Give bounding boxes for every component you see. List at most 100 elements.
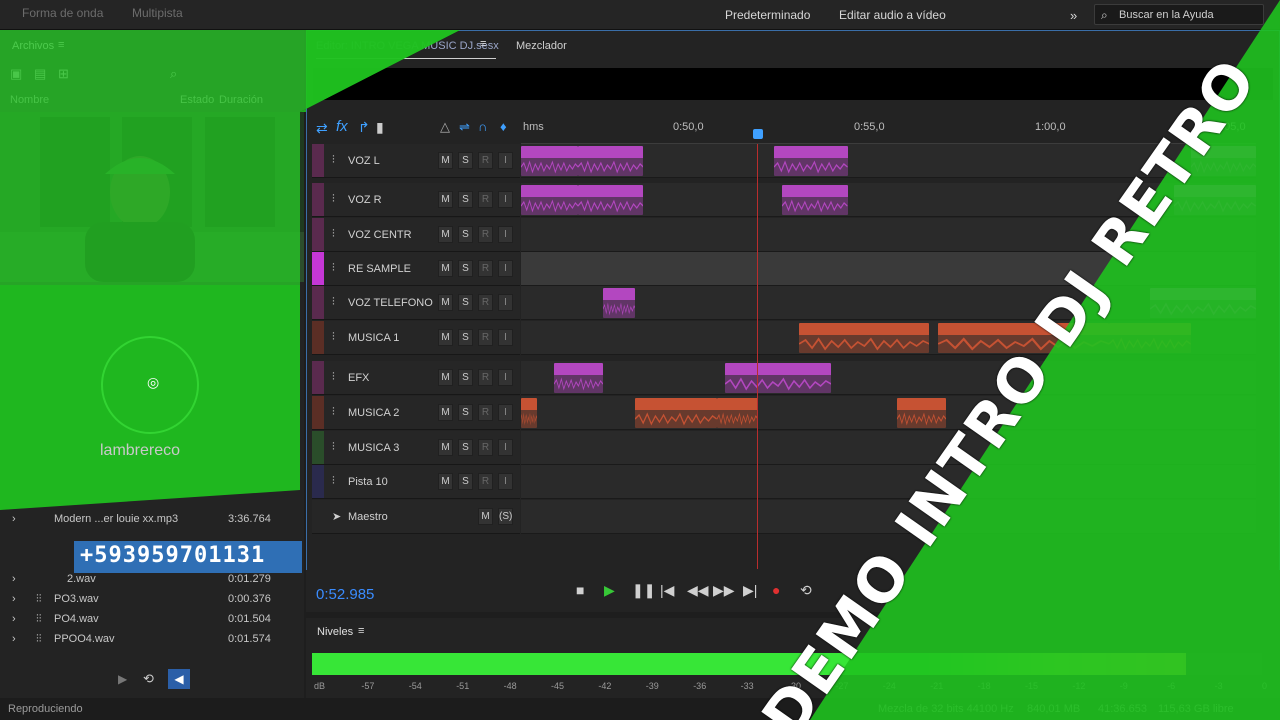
input-monitor-button[interactable]: I [498,260,513,277]
sends-icon[interactable]: ↱ [358,119,370,136]
record-arm-button[interactable]: R [478,191,493,208]
new-file-icon[interactable]: ⊞ [58,66,69,82]
track-header[interactable]: ⫶ EFX M S R I [312,361,520,395]
audio-clip[interactable]: ub 40 - here i am xxx P... [798,323,930,353]
track-lane[interactable] [521,431,1256,465]
mute-button[interactable]: M [438,369,453,386]
record-arm-button[interactable]: R [478,152,493,169]
solo-button[interactable]: S [458,294,473,311]
audio-clip[interactable]: Sin... [521,185,579,215]
track-name[interactable]: VOZ L [348,155,380,167]
expand-icon[interactable]: › [12,573,16,585]
expand-icon[interactable]: › [12,633,16,645]
playhead-handle[interactable] [753,129,763,139]
track-lane[interactable]: ub 40 - here i am xxx P... ub 40 - here … [521,321,1256,355]
mute-button[interactable]: M [438,191,453,208]
eq-icon[interactable]: ▮ [376,119,384,136]
audio-clip[interactable]: Sin ... [602,288,636,318]
input-monitor-button[interactable]: I [498,152,513,169]
track-name[interactable]: Pista 10 [348,476,388,488]
mute-button[interactable]: M [438,473,453,490]
input-monitor-button[interactable]: I [498,294,513,311]
file-row-3[interactable]: › ⫶⫶ PO3.wav 0:00.376 [0,590,304,610]
file-row-4[interactable]: › ⫶⫶ PO4.wav 0:01.504 [0,610,304,630]
expand-icon[interactable]: › [12,513,16,525]
open-file-icon[interactable]: ▣ [10,66,22,82]
record-icon[interactable]: ● [772,582,780,598]
filter-search-icon[interactable]: ⌕ [170,66,177,82]
track-lane[interactable]: Sin título 15 Volumen FL_Scra... [521,396,1256,430]
magnet-icon[interactable]: ∩ [478,119,487,134]
levels-menu-icon[interactable]: ≡ [358,625,364,637]
track-name[interactable]: EFX [348,372,369,384]
panel-menu-icon[interactable]: ≡ [58,39,64,51]
input-monitor-button[interactable]: I [498,404,513,421]
audio-clip[interactable]: VEG... [578,146,644,176]
input-monitor-button[interactable]: I [498,369,513,386]
track-header[interactable]: ⫶ RE SAMPLE M S R I [312,252,520,286]
track-name[interactable]: MUSICA 2 [348,407,399,419]
mute-button[interactable]: M [438,152,453,169]
file-row-2[interactable]: › 2.wav 0:01.279 [0,570,304,590]
overview-navigator[interactable] [313,68,1273,100]
mute-button[interactable]: M [438,226,453,243]
tab-menu-icon[interactable]: ≡ [480,38,486,50]
mute-button[interactable]: M [438,260,453,277]
audio-clip[interactable]: VEGA ... [782,185,848,215]
col-name[interactable]: Nombre [10,94,49,106]
expand-icon[interactable]: › [12,593,16,605]
solo-button[interactable]: S [458,191,473,208]
timeline-ruler[interactable]: hms 0:50,0 0:55,0 1:00,0 1:05,0 [521,116,1256,144]
multitrack-tab[interactable]: Multipista [132,6,183,20]
record-arm-button[interactable]: R [478,404,493,421]
import-icon[interactable]: ▤ [34,66,46,82]
fast-forward-icon[interactable]: ▶▶ [713,582,735,599]
track-header[interactable]: ⫶ Pista 10 M S R I [312,465,520,499]
play-icon[interactable]: ▶ [604,582,615,599]
input-monitor-button[interactable]: I [498,226,513,243]
record-arm-button[interactable]: R [478,294,493,311]
col-state[interactable]: Estado [180,94,214,106]
record-arm-button[interactable]: R [478,329,493,346]
solo-button[interactable]: S [458,439,473,456]
record-arm-button[interactable]: R [478,439,493,456]
track-header[interactable]: ⫶ VOZ CENTR M S R I [312,218,520,252]
record-arm-button[interactable]: R [478,260,493,277]
loop-icon[interactable]: ⟲ [800,582,812,599]
track-name[interactable]: VOZ TELEFONO [348,297,433,309]
skip-forward-icon[interactable]: ▶| [743,582,757,599]
track-header[interactable]: ⫶ VOZ L M S R I [312,144,520,178]
master-solo-button[interactable]: (S) [498,508,513,525]
solo-button[interactable]: S [458,473,473,490]
track-name[interactable]: RE SAMPLE [348,263,411,275]
track-name[interactable]: MUSICA 3 [348,442,399,454]
solo-button[interactable]: S [458,226,473,243]
audio-clip[interactable]: Sin título 15 [635,398,717,428]
record-arm-button[interactable]: R [478,369,493,386]
record-arm-button[interactable]: R [478,226,493,243]
audio-clip[interactable] [521,398,538,428]
solo-button[interactable]: S [458,152,473,169]
mute-button[interactable]: M [438,294,453,311]
track-name[interactable]: VOZ R [348,194,382,206]
track-lane[interactable] [521,465,1256,499]
track-lane[interactable]: Sin títl... ESE - WHOOSH - EPIC - A... [521,361,1256,395]
audio-clip[interactable]: FL_Scra... [896,398,946,428]
track-name[interactable]: VOZ CENTR [348,229,412,241]
file-row-1[interactable]: › Modern ...er louie xx.mp3 3:36.764 [0,510,304,530]
stop-icon[interactable]: ■ [576,582,584,598]
track-lane[interactable]: Sin ... Sin título 2 Vol... [521,286,1256,320]
audio-clip[interactable]: Sin título 2 Vol... [1149,288,1256,318]
rewind-icon[interactable]: ◀◀ [687,582,709,599]
track-header[interactable]: ⫶ VOZ TELEFONO M S R I [312,286,520,320]
metronome-icon[interactable]: △ [440,119,450,135]
expand-icon[interactable]: › [12,613,16,625]
audio-clip[interactable]: Volumen [1109,323,1191,353]
input-monitor-button[interactable]: I [498,329,513,346]
tab-editor[interactable]: Editor: INTRO VEGA MUSIC DJ.sesx [316,40,499,52]
audio-clip[interactable]: ESE - WHOOSH - EPIC - A... [725,363,832,393]
mute-button[interactable]: M [438,439,453,456]
master-mute-button[interactable]: M [478,508,493,525]
preview-play-icon[interactable]: ▶ [118,672,127,686]
track-header[interactable]: ⫶ VOZ R M S R I [312,183,520,217]
